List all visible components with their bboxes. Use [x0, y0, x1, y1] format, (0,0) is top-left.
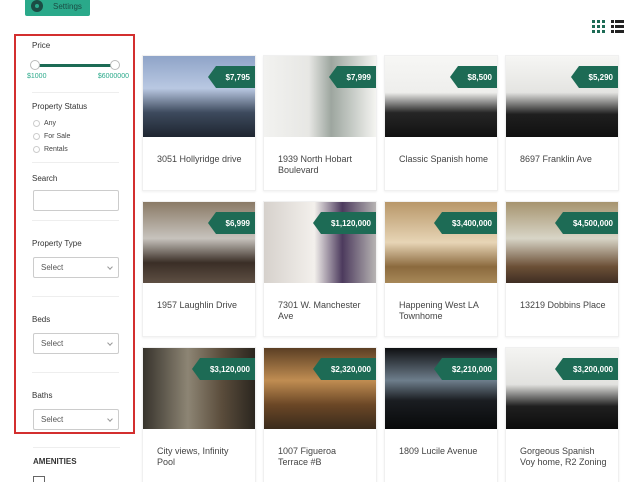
listing-title[interactable]: Classic Spanish home	[399, 154, 489, 165]
beds-select[interactable]: Select	[33, 333, 119, 354]
price-range-slider[interactable]	[30, 60, 120, 70]
listing-card[interactable]: $8,500 Classic Spanish home	[384, 55, 498, 191]
price-filter-title: Price	[32, 41, 51, 50]
amenity-checkbox-icon[interactable]	[33, 476, 45, 482]
listing-card[interactable]: $2,320,000 1007 Figueroa Terrace #B	[263, 347, 377, 482]
settings-button[interactable]: Settings	[25, 0, 90, 16]
divider	[32, 92, 119, 93]
settings-label: Settings	[53, 1, 82, 11]
divider	[32, 162, 119, 163]
chevron-down-icon	[107, 264, 113, 270]
property-type-title: Property Type	[32, 239, 82, 248]
divider	[33, 447, 120, 448]
listing-title[interactable]: 7301 W. Manchester Ave	[278, 300, 368, 322]
price-badge: $3,400,000	[433, 212, 497, 234]
status-option-rentals[interactable]: Rentals	[33, 146, 68, 153]
listing-grid: $7,795 3051 Hollyridge drive $7,999 1939…	[142, 55, 619, 482]
chevron-down-icon	[107, 416, 113, 422]
search-input[interactable]	[33, 190, 119, 211]
listing-card[interactable]: $3,200,000 Gorgeous Spanish Voy home, R2…	[505, 347, 619, 482]
price-badge: $5,290	[570, 66, 618, 88]
view-toggle	[592, 20, 624, 33]
listing-title[interactable]: City views, Infinity Pool	[157, 446, 247, 468]
radio-icon[interactable]	[33, 133, 40, 140]
listing-title[interactable]: 3051 Hollyridge drive	[157, 154, 247, 165]
listing-card[interactable]: $4,500,000 13219 Dobbins Place	[505, 201, 619, 337]
beds-value: Select	[41, 339, 64, 348]
search-filter-title: Search	[32, 174, 58, 183]
baths-title: Baths	[32, 391, 53, 400]
price-badge: $7,795	[207, 66, 255, 88]
radio-icon[interactable]	[33, 146, 40, 153]
listing-title[interactable]: 1007 Figueroa Terrace #B	[278, 446, 368, 468]
price-badge: $1,120,000	[312, 212, 376, 234]
listing-title[interactable]: 1809 Lucile Avenue	[399, 446, 489, 457]
price-badge: $3,120,000	[191, 358, 255, 380]
price-min-handle[interactable]	[30, 60, 40, 70]
divider	[32, 296, 119, 297]
divider	[32, 220, 119, 221]
chevron-down-icon	[107, 340, 113, 346]
listing-title[interactable]: 13219 Dobbins Place	[520, 300, 610, 311]
price-badge: $2,320,000	[312, 358, 376, 380]
listing-title[interactable]: Happening West LA Townhome	[399, 300, 489, 322]
list-view-icon[interactable]	[611, 20, 624, 33]
listing-card[interactable]: $7,795 3051 Hollyridge drive	[142, 55, 256, 191]
price-badge: $8,500	[449, 66, 497, 88]
status-option-label: Rentals	[44, 146, 68, 153]
status-option-label: For Sale	[44, 133, 71, 140]
grid-view-icon[interactable]	[592, 20, 605, 33]
listing-title[interactable]: 1957 Laughlin Drive	[157, 300, 247, 311]
divider	[32, 372, 119, 373]
price-slider-track	[34, 64, 116, 67]
radio-icon[interactable]	[33, 120, 40, 127]
listing-card[interactable]: $6,999 1957 Laughlin Drive	[142, 201, 256, 337]
price-max-handle[interactable]	[110, 60, 120, 70]
filter-sidebar: Price $1000 $6000000 Property Status Any…	[14, 34, 135, 434]
amenities-title: AMENITIES	[33, 457, 77, 466]
listing-card[interactable]: $7,999 1939 North Hobart Boulevard	[263, 55, 377, 191]
listing-title[interactable]: 1939 North Hobart Boulevard	[278, 154, 368, 176]
price-badge: $7,999	[328, 66, 376, 88]
beds-title: Beds	[32, 315, 51, 324]
listing-card[interactable]: $2,210,000 1809 Lucile Avenue	[384, 347, 498, 482]
baths-select[interactable]: Select	[33, 409, 119, 430]
price-badge: $4,500,000	[554, 212, 618, 234]
listing-title[interactable]: 8697 Franklin Ave	[520, 154, 610, 165]
price-min-label: $1000	[27, 73, 47, 80]
price-badge: $3,200,000	[554, 358, 618, 380]
listing-card[interactable]: $3,400,000 Happening West LA Townhome	[384, 201, 498, 337]
property-type-select[interactable]: Select	[33, 257, 119, 278]
listing-title[interactable]: Gorgeous Spanish Voy home, R2 Zoning	[520, 446, 610, 468]
price-badge: $2,210,000	[433, 358, 497, 380]
status-option-any[interactable]: Any	[33, 120, 56, 127]
property-type-value: Select	[41, 263, 64, 272]
gear-icon	[31, 0, 43, 12]
baths-value: Select	[41, 415, 64, 424]
listing-card[interactable]: $1,120,000 7301 W. Manchester Ave	[263, 201, 377, 337]
property-status-title: Property Status	[32, 102, 88, 111]
status-option-for-sale[interactable]: For Sale	[33, 133, 70, 140]
listing-card[interactable]: $3,120,000 City views, Infinity Pool	[142, 347, 256, 482]
status-option-label: Any	[44, 120, 57, 127]
listing-card[interactable]: $5,290 8697 Franklin Ave	[505, 55, 619, 191]
price-max-label: $6000000	[97, 73, 129, 80]
price-badge: $6,999	[207, 212, 255, 234]
